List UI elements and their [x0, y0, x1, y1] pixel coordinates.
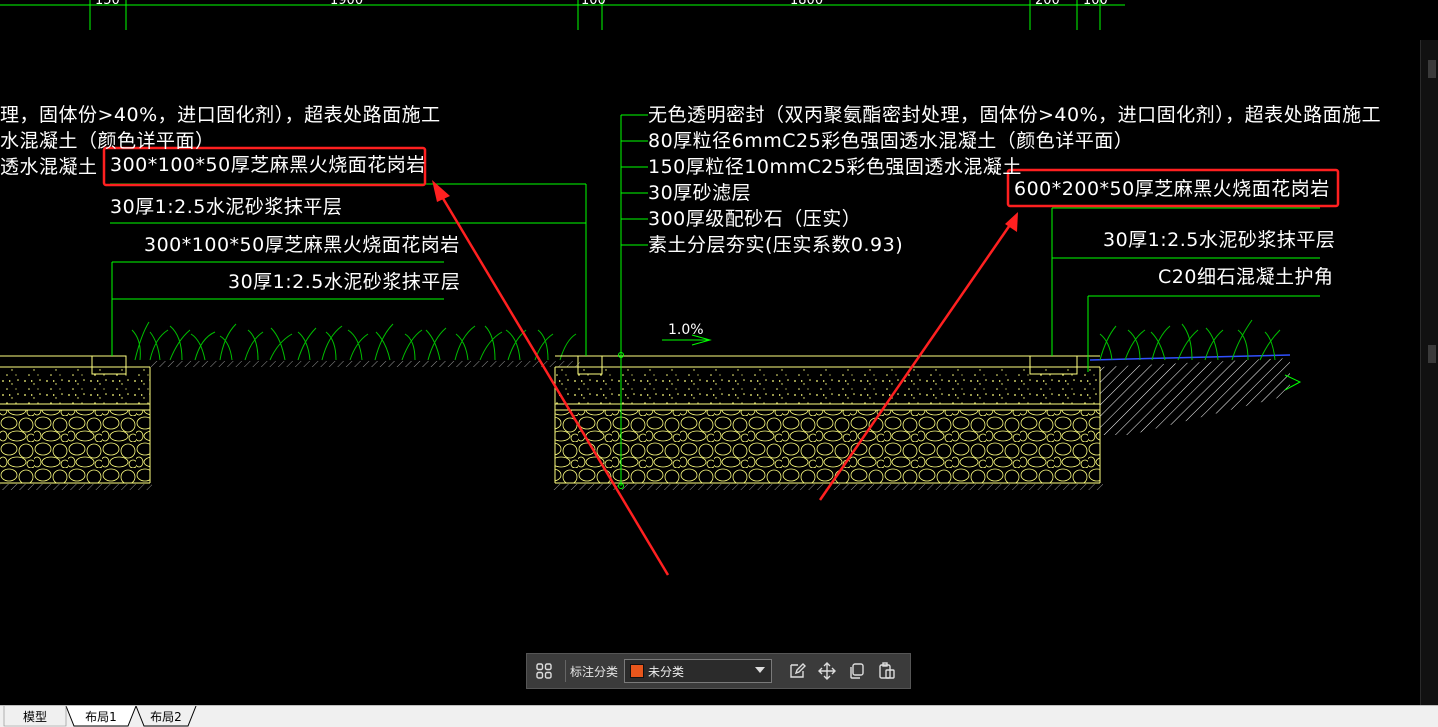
dimension-value: 100: [1083, 0, 1108, 8]
note-mortar-right: 30厚1:2.5水泥砂浆抹平层: [1103, 229, 1336, 251]
category-selected-value: 未分类: [648, 664, 685, 679]
tab-model[interactable]: 模型: [4, 706, 66, 726]
note-center-layer: 30厚砂滤层: [648, 182, 752, 204]
note-left-line2: 水混凝土（颜色详平面）: [0, 130, 215, 152]
edit-icon[interactable]: [784, 658, 810, 684]
grid-icon[interactable]: [531, 658, 557, 684]
note-center-layer: 素土分层夯实(压实系数0.93): [648, 234, 904, 256]
note-center-layer: 150厚粒径10mmC25彩色强固透水混凝土: [648, 156, 1022, 178]
tab-layout2[interactable]: 布局2: [144, 706, 188, 726]
note-curb-right: 600*200*50厚芝麻黑火烧面花岗岩: [1014, 178, 1330, 200]
note-left-line1: 理，固体份>40%，进口固化剂），超表处路面施工: [0, 104, 441, 126]
center-section: [553, 355, 1103, 490]
tab-layout1[interactable]: 布局1: [74, 706, 128, 726]
note-left-line3: 透水混凝土: [0, 156, 98, 178]
left-section: [0, 355, 580, 490]
note-center-layer: 无色透明密封（双丙聚氨酯密封处理，固体份>40%，进口固化剂），超表处路面施工: [648, 104, 1382, 126]
category-color-swatch: [630, 664, 645, 678]
dimension-value: 1800: [790, 0, 823, 8]
slope-marker: 1.0%: [662, 322, 712, 346]
note-mortar-left-a: 30厚1:2.5水泥砂浆抹平层: [110, 196, 343, 218]
right-edge-detail: [1089, 319, 1302, 435]
copy-icon[interactable]: [844, 658, 870, 684]
dimension-value: 200: [1035, 0, 1060, 8]
chevron-down-icon: [755, 667, 766, 673]
strip-marker: [1428, 345, 1436, 363]
svg-text:1.0%: 1.0%: [668, 322, 704, 338]
dimension-value: 1900: [330, 0, 363, 8]
annotation-category-select[interactable]: 未分类: [624, 659, 773, 683]
dimension-value: 150: [95, 0, 120, 8]
note-center-layer: 80厚粒径6mmC25彩色强固透水混凝土（颜色详平面）: [648, 130, 1134, 152]
strip-marker: [1428, 60, 1436, 78]
toolbar-divider: [565, 660, 566, 682]
note-edge-right: C20细石混凝土护角: [1158, 266, 1334, 288]
right-scroll-strip[interactable]: [1420, 40, 1438, 705]
annotation-toolbar: 标注分类 未分类: [526, 653, 911, 689]
paste-icon[interactable]: [874, 658, 900, 684]
note-center-layer: 300厚级配砂石（压实）: [648, 208, 862, 230]
annotation-category-label: 标注分类: [570, 664, 619, 679]
note-curb-left-a: 300*100*50厚芝麻黑火烧面花岗岩: [110, 154, 426, 176]
note-mortar-left-b: 30厚1:2.5水泥砂浆抹平层: [228, 271, 461, 293]
layout-tab-bar: 模型 布局1 布局2: [0, 705, 1438, 727]
dimension-values: 150 1900 100 1800 200 100: [95, 0, 1108, 8]
dimension-value: 100: [581, 0, 606, 8]
grass-planting: [131, 321, 577, 361]
note-curb-left-b: 300*100*50厚芝麻黑火烧面花岗岩: [144, 234, 460, 256]
dimension-line: [0, 0, 1125, 30]
move-icon[interactable]: [814, 658, 840, 684]
